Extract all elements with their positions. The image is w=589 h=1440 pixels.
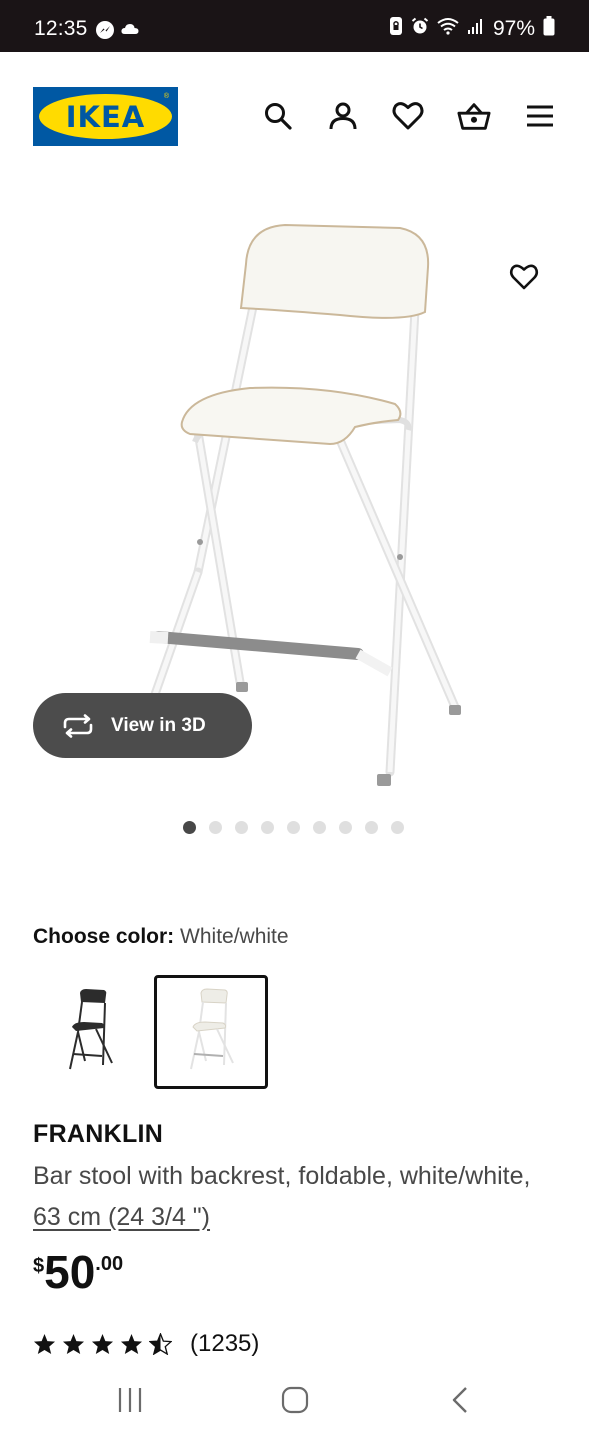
cloud-icon bbox=[121, 22, 139, 40]
carousel-dot[interactable] bbox=[209, 821, 222, 834]
product-name: FRANKLIN bbox=[33, 1120, 164, 1148]
logo-text: IKEA bbox=[65, 99, 146, 134]
battery-icon bbox=[543, 16, 555, 42]
signal-icon bbox=[467, 17, 485, 41]
ikea-logo[interactable]: IKEA ® bbox=[33, 87, 178, 146]
android-navigation-bar bbox=[0, 1362, 589, 1440]
carousel-dot[interactable] bbox=[261, 821, 274, 834]
white-stool-thumbnail bbox=[190, 988, 234, 1070]
view-in-3d-button[interactable]: View in 3D bbox=[33, 693, 252, 758]
alarm-icon bbox=[411, 17, 429, 41]
search-icon[interactable] bbox=[261, 99, 295, 133]
choose-color-label: Choose color: bbox=[33, 925, 175, 948]
back-icon[interactable] bbox=[451, 1386, 469, 1419]
product-rating[interactable]: (1235) bbox=[33, 1328, 259, 1360]
status-indicators: 97% bbox=[389, 16, 555, 42]
price-decimal: .00 bbox=[95, 1253, 124, 1275]
site-header: IKEA ® bbox=[0, 52, 589, 182]
menu-icon[interactable] bbox=[523, 99, 557, 133]
recent-apps-icon[interactable] bbox=[117, 1386, 143, 1419]
rating-stars bbox=[33, 1333, 172, 1355]
product-measurement-link[interactable]: 63 cm (24 3/4 ") bbox=[33, 1203, 210, 1231]
choose-color: Choose color: White/white bbox=[33, 925, 289, 949]
product-price: $ 50 .00 bbox=[33, 1248, 123, 1298]
carousel-dot[interactable] bbox=[287, 821, 300, 834]
lock-screen-icon bbox=[389, 16, 403, 42]
star-full-icon bbox=[33, 1333, 56, 1355]
carousel-dot[interactable] bbox=[339, 821, 352, 834]
view-in-3d-label: View in 3D bbox=[111, 714, 206, 736]
status-bar: 12:35 97% bbox=[0, 0, 589, 52]
product-description-text: Bar stool with backrest, foldable, white… bbox=[33, 1162, 531, 1190]
carousel-dot[interactable] bbox=[235, 821, 248, 834]
star-half-icon bbox=[149, 1333, 172, 1355]
product-description: Bar stool with backrest, foldable, white… bbox=[33, 1156, 553, 1238]
carousel-dot[interactable] bbox=[391, 821, 404, 834]
wifi-icon bbox=[437, 17, 459, 41]
messenger-icon bbox=[96, 21, 114, 39]
status-time: 12:35 bbox=[34, 17, 88, 40]
home-icon[interactable] bbox=[281, 1386, 309, 1419]
battery-percent: 97% bbox=[492, 17, 535, 40]
rotate-arrows-icon bbox=[61, 713, 95, 738]
logo-registered-mark: ® bbox=[163, 93, 169, 100]
carousel-dot[interactable] bbox=[183, 821, 196, 834]
price-integer: 50 bbox=[44, 1246, 96, 1298]
shopping-basket-icon[interactable] bbox=[457, 99, 491, 133]
color-option-black[interactable] bbox=[33, 975, 147, 1089]
star-full-icon bbox=[62, 1333, 85, 1355]
star-full-icon bbox=[120, 1333, 143, 1355]
price-currency: $ bbox=[33, 1255, 45, 1277]
rating-count: (1235) bbox=[190, 1330, 260, 1357]
choose-color-value: White/white bbox=[180, 925, 289, 948]
carousel-dot[interactable] bbox=[365, 821, 378, 834]
account-icon[interactable] bbox=[326, 99, 360, 133]
heart-outline-icon[interactable] bbox=[506, 260, 542, 294]
color-option-white[interactable] bbox=[154, 975, 268, 1089]
carousel-dot[interactable] bbox=[313, 821, 326, 834]
favorites-icon[interactable] bbox=[391, 99, 425, 133]
carousel-dots bbox=[183, 821, 404, 834]
black-stool-thumbnail bbox=[69, 989, 113, 1070]
star-full-icon bbox=[91, 1333, 114, 1355]
